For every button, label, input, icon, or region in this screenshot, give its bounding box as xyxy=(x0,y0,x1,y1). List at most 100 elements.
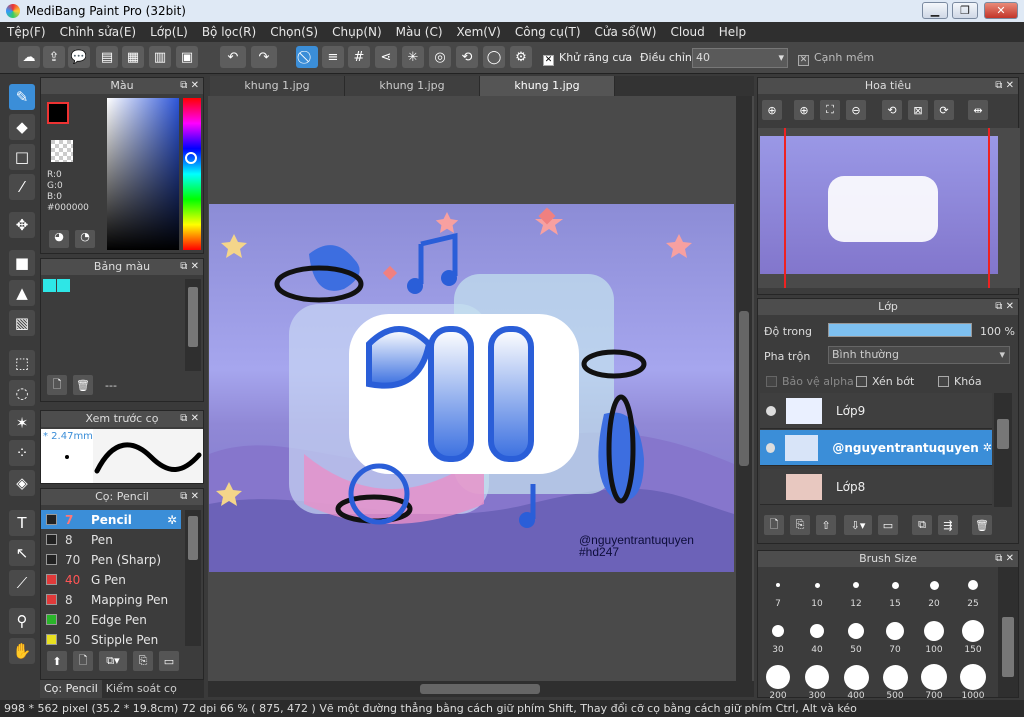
panel-close-icon[interactable]: ⧉ ✕ xyxy=(180,411,199,427)
move-tool-icon[interactable]: ✥ xyxy=(9,212,35,238)
new-layer-icon[interactable]: 🗋 xyxy=(764,515,784,535)
brush-size-dot[interactable] xyxy=(814,582,820,588)
blend-mode-select[interactable]: Bình thường ▾ xyxy=(828,346,1010,364)
brush-size-dot[interactable] xyxy=(962,620,984,642)
tab-brush[interactable]: Cọ: Pencil xyxy=(40,680,102,698)
brush-size-dot[interactable] xyxy=(882,664,908,690)
brush-item[interactable]: 8 Pen xyxy=(41,530,181,549)
transparent-color-swatch[interactable] xyxy=(51,140,73,162)
doc-tab[interactable]: khung 1.jpg xyxy=(345,76,480,96)
flip-horizontal-icon[interactable]: ⇹ xyxy=(968,100,988,120)
snap-off-icon[interactable]: ⃠ xyxy=(296,46,318,68)
menu-window[interactable]: Cửa sổ(W) xyxy=(588,25,664,39)
delete-layer-icon[interactable]: 🗑 xyxy=(972,515,992,535)
saturation-value-field[interactable] xyxy=(107,98,179,250)
text-tool-icon[interactable]: T xyxy=(9,510,35,536)
panel-layout-icon[interactable]: ▥ xyxy=(149,46,171,68)
rotate-left-icon[interactable]: ⟲ xyxy=(882,100,902,120)
doc-tab-active[interactable]: khung 1.jpg xyxy=(480,76,615,96)
doc-tab[interactable]: khung 1.jpg xyxy=(210,76,345,96)
palette-swatch[interactable] xyxy=(43,279,56,292)
dot-tool-icon[interactable]: □ xyxy=(9,144,35,170)
canvas-horizontal-scrollbar[interactable] xyxy=(208,681,754,697)
smooth-checkbox[interactable]: ✕ xyxy=(798,52,809,66)
zoom-out-icon[interactable]: ⊖ xyxy=(846,100,866,120)
duplicate-layer-icon[interactable]: ⧉ xyxy=(912,515,932,535)
material-icon[interactable]: ▣ xyxy=(176,46,198,68)
hue-slider[interactable] xyxy=(183,98,201,250)
palette-swatch[interactable] xyxy=(57,279,70,292)
curve-snap-icon[interactable]: ⟲ xyxy=(456,46,478,68)
rotate-right-icon[interactable]: ⟳ xyxy=(934,100,954,120)
brush-item[interactable]: 8 Mapping Pen xyxy=(41,590,181,609)
layer-add-menu-icon[interactable]: ⇩▾ xyxy=(844,515,872,535)
layer-row[interactable]: Lớp9 xyxy=(760,393,992,429)
brush-add-icon[interactable]: ⬆ xyxy=(47,651,67,671)
antialias-checkbox[interactable]: ✕ xyxy=(543,52,554,66)
zoom-in-alt-icon[interactable]: ⊕ xyxy=(794,100,814,120)
bucket-tool-icon[interactable]: ▲ xyxy=(9,280,35,306)
protect-alpha-checkbox[interactable] xyxy=(766,376,777,390)
brush-size-dot[interactable] xyxy=(886,622,904,640)
hue-slider-handle[interactable] xyxy=(185,152,197,164)
artwork-canvas[interactable]: @nguyentrantuquyen #hd247 xyxy=(209,204,734,572)
canvas-vertical-scrollbar[interactable] xyxy=(736,96,752,681)
minimize-button[interactable]: ▁ xyxy=(922,2,948,19)
navigator-preview[interactable] xyxy=(758,128,1020,288)
menu-tools[interactable]: Công cụ(T) xyxy=(508,25,588,39)
gradient-tool-icon[interactable]: ▧ xyxy=(9,310,35,336)
panel-close-icon[interactable]: ⧉ ✕ xyxy=(995,299,1014,315)
zoom-in-icon[interactable]: ⊕ xyxy=(762,100,782,120)
panel-close-icon[interactable]: ⧉ ✕ xyxy=(180,78,199,94)
menu-cloud[interactable]: Cloud xyxy=(664,25,712,39)
operation-tool-icon[interactable]: ↖ xyxy=(9,540,35,566)
panel-close-icon[interactable]: ⧉ ✕ xyxy=(180,489,199,505)
gear-icon[interactable]: ✲ xyxy=(167,513,177,527)
new-palette-icon[interactable]: 🗋 xyxy=(47,375,67,395)
text-box-icon[interactable]: ▤ xyxy=(96,46,118,68)
blur-tool-icon[interactable]: ⁄ xyxy=(9,174,35,200)
layer-row[interactable]: Lớp8 xyxy=(760,469,992,505)
eye-icon[interactable] xyxy=(766,482,776,492)
hand-tool-icon[interactable]: ✋ xyxy=(9,638,35,664)
eye-icon[interactable] xyxy=(766,442,776,453)
layer-row-selected[interactable]: @nguyentrantuquyen ✲ xyxy=(760,430,992,466)
gear-icon[interactable]: ✲ xyxy=(983,441,992,454)
close-button[interactable]: ✕ xyxy=(984,2,1018,19)
brush-size-dot[interactable] xyxy=(968,580,978,590)
menu-help[interactable]: Help xyxy=(712,25,753,39)
document-icon[interactable]: ▦ xyxy=(122,46,144,68)
brush-item[interactable]: 40 G Pen xyxy=(41,570,181,589)
folder-icon[interactable]: ▭ xyxy=(159,651,179,671)
fit-view-icon[interactable]: ⛶ xyxy=(820,100,840,120)
brush-size-dot[interactable] xyxy=(776,583,780,587)
layers-scrollbar[interactable] xyxy=(994,393,1012,507)
brush-import-icon[interactable]: ⎘ xyxy=(133,651,153,671)
brush-size-dot[interactable] xyxy=(810,624,824,638)
menu-edit[interactable]: Chỉnh sửa(E) xyxy=(53,25,144,39)
ellipse-snap-icon[interactable]: ◯ xyxy=(483,46,505,68)
primary-color-swatch[interactable] xyxy=(47,102,69,124)
undo-icon[interactable]: ↶ xyxy=(220,46,246,68)
eye-icon[interactable] xyxy=(766,405,776,416)
cloud-icon[interactable]: ☁ xyxy=(18,46,40,68)
brush-size-dot[interactable] xyxy=(960,664,986,690)
panel-close-icon[interactable]: ⧉ ✕ xyxy=(995,551,1014,567)
menu-file[interactable]: Tệp(F) xyxy=(0,25,53,39)
upload-icon[interactable]: ⇪ xyxy=(43,46,65,68)
select-eraser-tool-icon[interactable]: ◈ xyxy=(9,470,35,496)
brush-item[interactable]: 70 Pen (Sharp) xyxy=(41,550,181,569)
color-add-icon[interactable]: ◔ xyxy=(75,230,95,248)
brush-size-dot[interactable] xyxy=(848,623,864,639)
clip-checkbox[interactable] xyxy=(856,376,867,390)
select-pen-tool-icon[interactable]: ⁘ xyxy=(9,440,35,466)
merge-layer-icon[interactable]: ⇶ xyxy=(938,515,958,535)
parallel-snap-icon[interactable]: ≡ xyxy=(322,46,344,68)
brush-size-dot[interactable] xyxy=(805,665,829,689)
new-brush-icon[interactable]: 🗋 xyxy=(73,651,93,671)
folder-icon[interactable]: ▭ xyxy=(878,515,898,535)
palette-scrollbar[interactable] xyxy=(185,279,201,371)
menu-view[interactable]: Xem(V) xyxy=(450,25,508,39)
brush-menu-icon[interactable]: ⧉▾ xyxy=(99,651,127,671)
new-8bit-layer-icon[interactable]: ⇧ xyxy=(816,515,836,535)
